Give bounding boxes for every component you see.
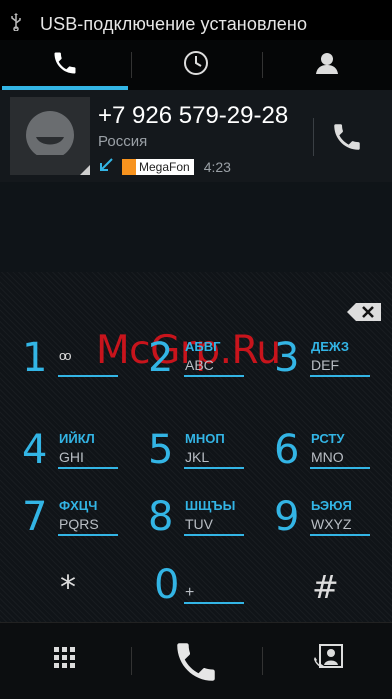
key-letters-latin: PQRS xyxy=(59,516,99,532)
key-letters-cyrillic: РСТУ xyxy=(311,431,345,446)
key-digit: 9 xyxy=(274,494,300,540)
phone-icon xyxy=(51,49,79,82)
dialpad-key-4[interactable]: 4 ИЙКЛ GHI xyxy=(22,430,122,490)
person-icon xyxy=(313,49,341,82)
tab-dialer[interactable] xyxy=(0,40,130,90)
key-letters-latin: DEF xyxy=(311,357,339,373)
call-meta: MegaFon 4:23 xyxy=(98,157,231,178)
carrier-badge: MegaFon xyxy=(122,159,194,175)
key-digit: 7 xyxy=(22,494,48,540)
key-underline xyxy=(58,534,118,536)
key-letters-latin: WXYZ xyxy=(311,516,352,532)
key-digit: 6 xyxy=(274,427,300,473)
key-digit: * xyxy=(60,568,76,606)
key-digit: # xyxy=(312,568,339,606)
key-underline xyxy=(184,375,244,377)
key-letters-cyrillic: ДЕЖЗ xyxy=(311,339,349,354)
divider xyxy=(262,647,263,675)
key-letters-cyrillic: ФХЦЧ xyxy=(59,498,98,513)
add-contact-button[interactable] xyxy=(312,643,344,678)
key-underline xyxy=(184,467,244,469)
caller-number: +7 926 579-29-28 xyxy=(98,102,289,129)
key-underline xyxy=(58,375,118,377)
dialpad-key-1[interactable]: 1 oo xyxy=(22,338,122,398)
key-letters-cyrillic: ИЙКЛ xyxy=(59,431,95,446)
tab-contacts[interactable] xyxy=(262,40,392,90)
key-letters-latin: TUV xyxy=(185,516,213,532)
key-letters-cyrillic: МНОП xyxy=(185,431,225,446)
status-text: USB-подключение установлено xyxy=(40,13,308,34)
avatar-badge-corner xyxy=(80,165,90,175)
dialpad-key-3[interactable]: 3 ДЕЖЗ DEF xyxy=(274,338,374,398)
phone-icon xyxy=(171,643,221,691)
key-underline xyxy=(184,602,244,604)
dialer-tabs xyxy=(0,40,392,90)
key-digit: 2 xyxy=(148,335,174,381)
bottom-action-bar xyxy=(0,622,392,699)
key-digit: 3 xyxy=(274,335,300,381)
empty-area xyxy=(0,182,392,272)
clock-icon xyxy=(182,49,210,82)
key-letters-cyrillic: АБВГ xyxy=(185,339,221,354)
backspace-button[interactable] xyxy=(346,302,382,327)
key-letters-latin: JKL xyxy=(185,449,210,465)
call-duration: 4:23 xyxy=(203,159,231,175)
dialpad-toggle-button[interactable] xyxy=(53,646,77,675)
contact-card-icon xyxy=(312,644,344,677)
caller-region: Россия xyxy=(98,133,148,150)
divider xyxy=(131,647,132,675)
key-letters-cyrillic: ЬЭЮЯ xyxy=(311,498,352,513)
usb-icon xyxy=(10,12,26,36)
dialpad-key-7[interactable]: 7 ФХЦЧ PQRS xyxy=(22,497,122,557)
key-letters-cyrillic: ШЩЪЫ xyxy=(185,498,236,513)
avatar[interactable] xyxy=(10,97,90,175)
dialpad-key-5[interactable]: 5 МНОП JKL xyxy=(148,430,248,490)
dialpad-key-9[interactable]: 9 ЬЭЮЯ WXYZ xyxy=(274,497,374,557)
phone-icon xyxy=(330,124,364,158)
key-letters-latin: ABC xyxy=(185,357,214,373)
key-underline xyxy=(310,534,370,536)
carrier-name: MegaFon xyxy=(139,160,190,174)
carrier-logo xyxy=(122,159,136,175)
dialpad-grid-icon xyxy=(53,647,77,674)
dial-button[interactable] xyxy=(171,637,221,692)
dialpad-key-0[interactable]: 0 + xyxy=(148,565,248,625)
key-digit: 4 xyxy=(22,427,48,473)
key-letters-latin: GHI xyxy=(59,449,84,465)
dialpad-key-2[interactable]: 2 АБВГ ABC xyxy=(148,338,248,398)
key-digit: 1 xyxy=(22,335,48,381)
voicemail-icon: oo xyxy=(59,348,72,363)
key-underline xyxy=(310,467,370,469)
dialpad-key-6[interactable]: 6 РСТУ MNO xyxy=(274,430,374,490)
key-digit: 0 xyxy=(154,562,180,608)
key-letters-latin: + xyxy=(185,584,195,601)
key-letters-latin: MNO xyxy=(311,449,344,465)
dialpad-key-hash[interactable]: # xyxy=(274,565,374,625)
incoming-call-arrow-icon xyxy=(98,157,114,178)
divider xyxy=(313,118,314,156)
key-underline xyxy=(310,375,370,377)
dialpad-key-8[interactable]: 8 ШЩЪЫ TUV xyxy=(148,497,248,557)
backspace-icon xyxy=(346,303,382,326)
key-underline xyxy=(184,534,244,536)
key-underline xyxy=(58,467,118,469)
key-digit: 8 xyxy=(148,494,174,540)
dialpad-key-star[interactable]: * xyxy=(22,565,122,625)
call-back-button[interactable] xyxy=(330,120,364,159)
key-digit: 5 xyxy=(148,427,174,473)
tab-call-log[interactable] xyxy=(131,40,261,90)
